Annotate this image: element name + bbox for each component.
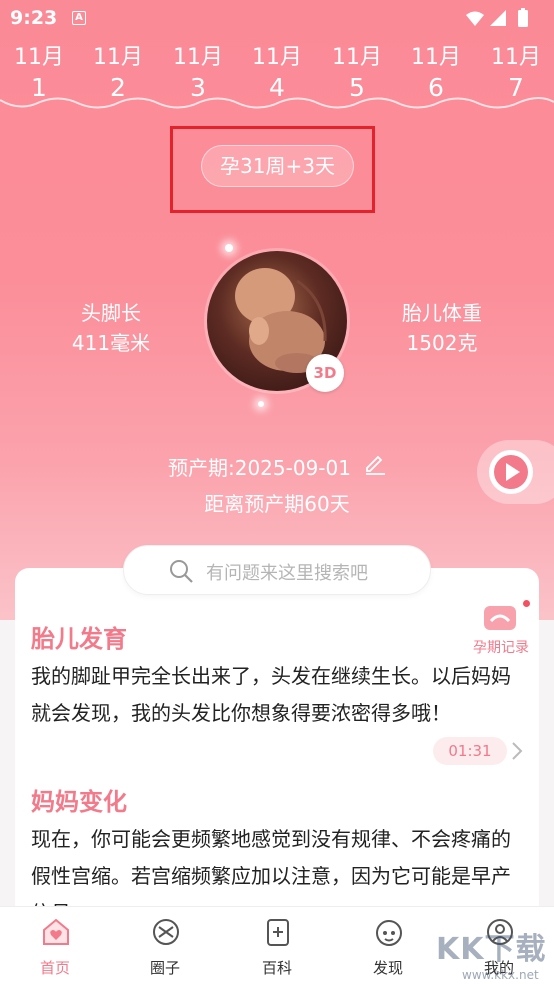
day-month: 11月 [332,45,382,70]
watermark-text: KK下载 [436,932,547,967]
mother-changes-text: 现在，你可能会更频繁地感觉到没有规律、不会疼痛的假性宫缩。若宫缩频繁应加以注意，… [31,827,511,906]
search-icon [170,560,193,583]
tab-label: 首页 [39,959,70,977]
sparkle-decoration [225,244,233,252]
length-stat: 头脚长 411毫米 [41,298,181,358]
search-placeholder: 有问题来这里搜索吧 [206,563,368,584]
play-icon [494,455,528,489]
mother-changes-title: 妈妈变化 [31,788,127,816]
watermark: KK下载 www.kkx.net [436,924,554,984]
notification-icon: A [72,11,86,25]
home-heart-icon [43,918,69,945]
due-countdown: 距离预产期60天 [204,492,350,516]
length-label: 头脚长 [81,301,141,325]
weight-value: 1502克 [406,331,478,355]
search-bar[interactable]: 有问题来这里搜索吧 [123,545,431,595]
3d-badge[interactable]: 3D [306,354,344,392]
chevron-right-icon[interactable] [510,740,524,762]
sparkle-decoration [258,401,264,407]
due-date: 预产期:2025-09-01 [168,456,351,480]
day-item[interactable]: 11月 5 [327,44,387,104]
play-button[interactable] [477,440,554,504]
day-month: 11月 [173,45,223,70]
tab-encyclopedia[interactable]: 百科 [227,907,327,984]
signal-battery-icon [466,8,528,27]
scallop-divider [0,97,554,109]
status-bar: 9:23 A [0,0,554,36]
circle-icon [153,919,179,945]
edit-icon[interactable] [363,451,387,475]
tab-discover[interactable]: 发现 [338,907,438,984]
status-time: 9:23 [10,7,58,29]
fetal-development-text: 我的脚趾甲完全长出来了，头发在继续生长。以后妈妈就会发现，我的头发比你想象得要浓… [31,664,511,725]
encyclopedia-icon [267,919,289,946]
tab-label: 百科 [261,959,292,977]
play-circle [489,450,533,494]
audio-duration[interactable]: 01:31 [433,737,507,765]
tab-circle[interactable]: 圈子 [115,907,215,984]
pregnancy-record-button[interactable]: 孕期记录 [466,598,536,658]
day-month: 11月 [411,45,461,70]
day-item[interactable]: 11月 3 [168,44,228,104]
day-month: 11月 [93,45,143,70]
discover-icon [376,920,402,946]
tab-label: 圈子 [149,959,180,977]
day-item[interactable]: 11月 1 [9,44,69,104]
highlight-box [170,126,375,213]
weight-label: 胎儿体重 [402,301,482,325]
day-month: 11月 [491,45,541,70]
day-month: 11月 [14,45,64,70]
day-item[interactable]: 11月 4 [247,44,307,104]
tab-label: 发现 [372,959,403,977]
day-item[interactable]: 11月 7 [486,44,546,104]
record-badge-dot [523,600,530,607]
fetal-development-title: 胎儿发育 [31,625,127,653]
weight-stat: 胎儿体重 1502克 [372,298,512,358]
day-item[interactable]: 11月 2 [88,44,148,104]
record-icon [484,606,516,630]
record-label: 孕期记录 [473,640,529,656]
tab-home[interactable]: 首页 [5,907,105,984]
watermark-url: www.kkx.net [462,968,539,982]
day-item[interactable]: 11月 6 [406,44,466,104]
day-month: 11月 [252,45,302,70]
length-value: 411毫米 [71,331,151,355]
